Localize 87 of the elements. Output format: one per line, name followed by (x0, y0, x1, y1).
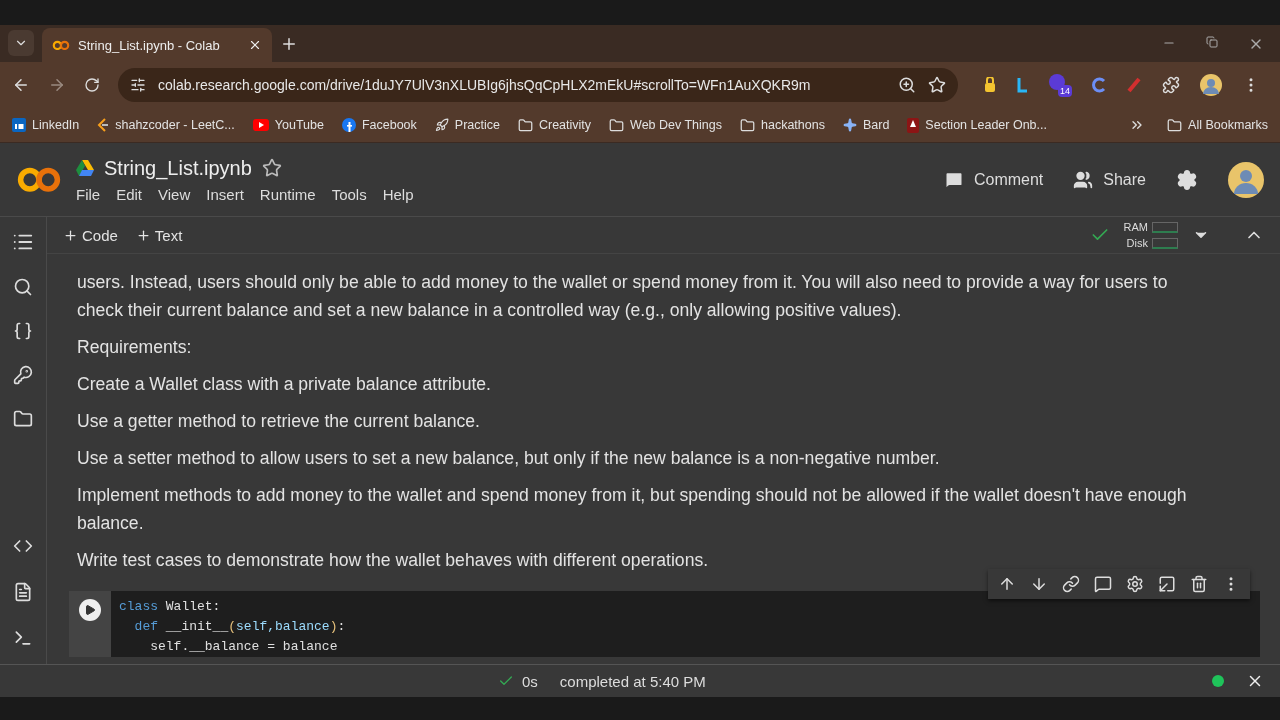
text-paragraph: Use a setter method to allow users to set a new balance, but only if the new balance is a non-negative number. (77, 447, 941, 470)
close-icon[interactable] (248, 38, 262, 52)
text-paragraph: Requirements: (77, 336, 193, 359)
browser-tab[interactable]: String_List.ipynb - Colab (42, 28, 272, 62)
profile-avatar[interactable] (1200, 74, 1222, 96)
menu-item[interactable]: Edit (116, 185, 143, 203)
play-icon (84, 604, 96, 616)
bookmark[interactable]: Web Dev Things (609, 117, 722, 133)
text-paragraph: users. Instead, users should only be able to add money to the wallet or spend money from it. You will also need to provide a way for users to check their current balance and set a new balance in a controlled way (e.g., only allowing positive values). (77, 271, 1169, 322)
zoom-icon[interactable] (898, 76, 916, 94)
l-extension-icon[interactable] (1016, 77, 1028, 93)
status-message: completed at 5:40 PM (559, 672, 706, 690)
menu-item[interactable]: View (158, 185, 191, 203)
leetcode-icon (97, 118, 110, 132)
colab-logo (16, 165, 62, 194)
menu-item[interactable]: Insert (206, 185, 244, 203)
forward-button[interactable] (48, 76, 66, 94)
sparkle-icon (842, 118, 857, 132)
code-line: self.__balance = balance (149, 638, 339, 656)
resource-monitor[interactable]: RAM Disk (1123, 219, 1178, 251)
bookmark[interactable]: Facebook (341, 118, 417, 132)
tree-icon (907, 117, 920, 133)
menu-item[interactable]: Tools (331, 185, 367, 203)
rocket-icon (434, 118, 449, 132)
folder-icon (609, 117, 625, 133)
menu-item[interactable]: File (76, 185, 101, 203)
bookmark[interactable]: hackathons (740, 117, 825, 133)
restore-icon[interactable] (1206, 35, 1218, 48)
move-up-icon[interactable] (998, 575, 1016, 593)
lock-extension-icon[interactable] (984, 77, 996, 93)
profile-avatar[interactable] (1228, 161, 1264, 198)
terminal-icon[interactable] (13, 628, 33, 648)
mirror-cell-icon[interactable] (1158, 575, 1176, 593)
code-cell[interactable]: class Wallet: def __init__(self,balance): self.__balance = balance (69, 591, 1260, 657)
status-dot (1212, 675, 1224, 687)
notebook-title[interactable]: String_List.ipynb (104, 156, 252, 180)
bookmark[interactable]: LinkedIn (12, 118, 80, 132)
search-icon[interactable] (13, 277, 33, 297)
reload-button[interactable] (84, 77, 100, 93)
colab-logo (52, 39, 70, 51)
address-bar[interactable]: colab.research.google.com/drive/1duJY7UlV3nXLUBIg6jhsQqCpHLX2mEkU#scrollTo=WFn1AuXQKR9m (118, 68, 958, 102)
folder-icon[interactable] (13, 409, 33, 429)
facebook-icon (341, 118, 356, 132)
text-paragraph: Create a Wallet class with a private balance attribute. (77, 373, 492, 396)
all-bookmarks[interactable]: All Bookmarks (1167, 117, 1268, 133)
bookmark[interactable]: YouTube (252, 118, 324, 132)
comment-icon[interactable] (1094, 575, 1112, 593)
linkedin-icon (12, 118, 26, 132)
link-icon[interactable] (1062, 575, 1080, 593)
folder-icon (740, 117, 755, 133)
people-icon (1073, 169, 1094, 190)
plus-icon (135, 227, 151, 243)
folder-icon (1167, 117, 1183, 133)
folder-icon (517, 117, 533, 133)
plus-icon (63, 227, 78, 243)
delete-icon[interactable] (1190, 575, 1208, 593)
back-button[interactable] (12, 76, 30, 94)
text-paragraph: Use a getter method to retrieve the current balance. (77, 410, 481, 433)
text-paragraph: Implement methods to add money to the wallet and spend money from it, but spending should not be allowed if the wallet doesn't have enough balance. (77, 484, 1188, 535)
run-button[interactable] (79, 599, 101, 621)
bookmark[interactable]: Creativity (517, 117, 592, 133)
star-icon[interactable] (261, 158, 282, 178)
comment-button[interactable]: Comment (943, 169, 1044, 190)
share-button[interactable]: Share (1073, 169, 1146, 190)
bookmark[interactable]: Bard (842, 118, 890, 132)
code-line: class Wallet: (119, 598, 222, 616)
text-paragraph: Write test cases to demonstrate how the wallet behaves with different operations. (77, 549, 710, 572)
code-line: def __init__(self,balance): (133, 618, 346, 636)
tab-list-button[interactable] (8, 30, 34, 56)
c-extension-icon[interactable] (1092, 77, 1106, 93)
menu-item[interactable]: Runtime (259, 185, 316, 203)
bookmark[interactable]: Practice (434, 118, 500, 132)
youtube-icon (252, 119, 269, 131)
extensions-icon[interactable] (1162, 76, 1180, 94)
execution-time: 0s (498, 672, 538, 690)
bookmark[interactable]: shahzcoder - LeetC... (97, 118, 235, 132)
menu-item[interactable]: Help (382, 185, 414, 203)
bookmark-star-icon[interactable] (928, 76, 946, 94)
drive-icon (76, 160, 94, 176)
key-icon[interactable] (13, 365, 33, 385)
add-cell-button[interactable]: Text (135, 226, 183, 244)
move-down-icon[interactable] (1030, 575, 1048, 593)
site-info-icon[interactable] (130, 77, 146, 93)
add-cell-button[interactable]: Code (63, 226, 118, 244)
bookmark[interactable]: Section Leader Onb... (907, 117, 1047, 133)
command-palette-icon[interactable] (13, 582, 33, 602)
variables-icon[interactable] (13, 321, 33, 341)
